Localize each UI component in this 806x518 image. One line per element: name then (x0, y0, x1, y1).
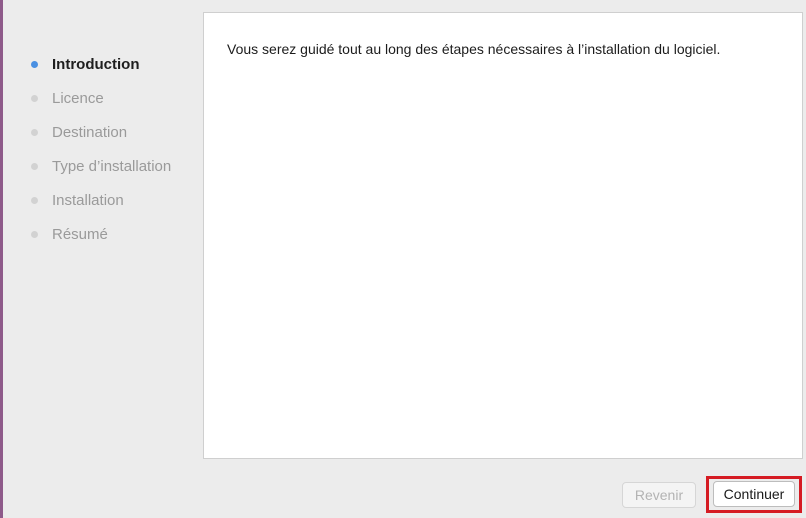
step-installation: Installation (31, 183, 171, 217)
continue-button[interactable]: Continuer (713, 481, 795, 507)
steps-sidebar: Introduction Licence Destination Type d’… (3, 0, 200, 518)
installer-window: Introduction Licence Destination Type d’… (0, 0, 806, 518)
step-label: Résumé (52, 225, 108, 243)
content-panel: Vous serez guidé tout au long des étapes… (203, 12, 803, 459)
step-status-dot-icon (31, 196, 38, 204)
step-status-dot-icon (31, 60, 38, 68)
step-licence: Licence (31, 81, 171, 115)
step-status-dot-icon (31, 128, 38, 136)
step-label: Introduction (52, 55, 140, 73)
step-label: Installation (52, 191, 124, 209)
step-status-dot-icon (31, 162, 38, 170)
step-label: Type d’installation (52, 157, 172, 175)
step-label: Destination (52, 123, 128, 141)
steps-list: Introduction Licence Destination Type d’… (31, 47, 171, 251)
step-summary: Résumé (31, 217, 171, 251)
back-button[interactable]: Revenir (622, 482, 696, 508)
step-destination: Destination (31, 115, 171, 149)
step-introduction: Introduction (31, 47, 171, 81)
step-label: Licence (52, 89, 104, 107)
step-status-dot-icon (31, 230, 38, 238)
step-installation-type: Type d’installation (31, 149, 171, 183)
intro-text: Vous serez guidé tout au long des étapes… (227, 41, 721, 57)
step-status-dot-icon (31, 94, 38, 102)
